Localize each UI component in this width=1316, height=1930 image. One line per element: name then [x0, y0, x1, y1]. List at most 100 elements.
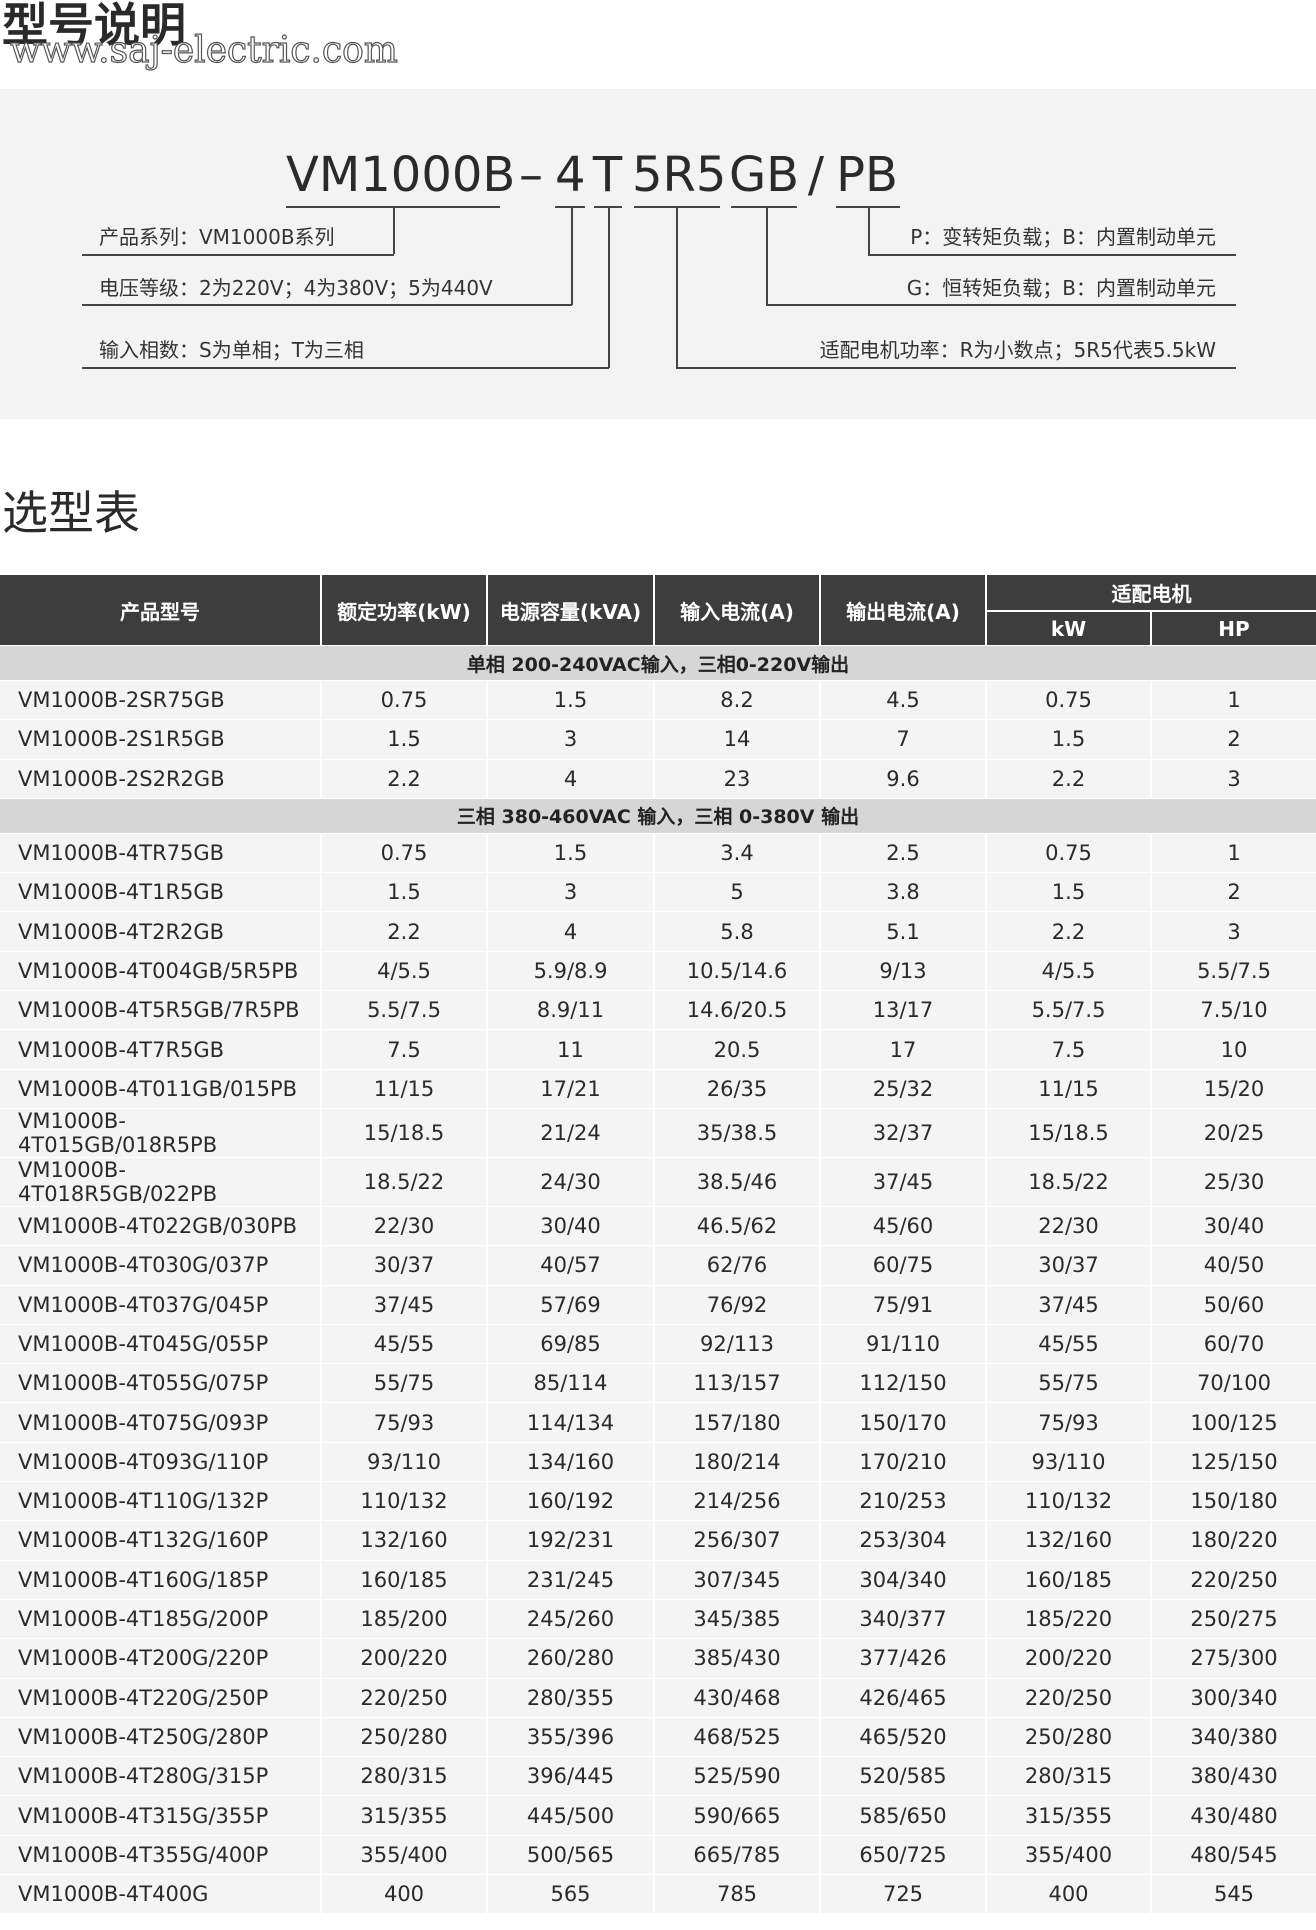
value-cell: 60/70 — [1150, 1323, 1316, 1364]
table-row: VM1000B-4T400G 400 565 785 725 400 545 — [0, 1874, 1316, 1914]
model-cell: VM1000B-4T093G/110P — [0, 1441, 321, 1482]
value-cell: 150/180 — [1150, 1481, 1316, 1521]
value-cell: 280/315 — [320, 1756, 487, 1796]
value-cell: 45/55 — [320, 1323, 487, 1364]
value-cell: 14 — [653, 719, 820, 760]
value-cell: 150/170 — [819, 1402, 986, 1443]
value-cell: 280/315 — [985, 1756, 1151, 1796]
table-row: VM1000B-4T250G/280P 250/280 355/396 468/525… — [0, 1716, 1316, 1757]
value-cell: 200/220 — [320, 1638, 487, 1679]
value-cell: 18.5/22 — [985, 1156, 1151, 1207]
label-phase: 输入相数：S为单相；T为三相 — [99, 338, 364, 362]
value-cell: 13/17 — [819, 990, 986, 1030]
value-cell: 132/160 — [985, 1520, 1151, 1561]
table-row: VM1000B-2S1R5GB 1.5 3 14 7 1.5 2 — [0, 719, 1316, 760]
value-cell: 2.2 — [320, 911, 487, 952]
value-cell: 280/355 — [486, 1677, 654, 1718]
underline-voltage — [555, 206, 585, 208]
value-cell: 25/30 — [1150, 1156, 1316, 1207]
table-row: VM1000B-4T7R5GB 7.5 11 20.5 17 7.5 10 — [0, 1029, 1316, 1070]
value-cell: 445/500 — [486, 1795, 654, 1836]
value-cell: 220/250 — [985, 1677, 1151, 1718]
value-cell: 180/220 — [1150, 1520, 1316, 1561]
group-title: 三相 380-460VAC 输入，三相 0-380V 输出 — [0, 797, 1316, 834]
value-cell: 110/132 — [985, 1481, 1151, 1521]
value-cell: 340/377 — [819, 1598, 986, 1639]
table-row: VM1000B-4T004GB/5R5PB 4/5.5 5.9/8.9 10.5/14… — [0, 950, 1316, 991]
value-cell: 430/468 — [653, 1677, 820, 1718]
table-row: VM1000B-4T037G/045P 37/45 57/69 76/92 75/91 3… — [0, 1284, 1316, 1325]
value-cell: 2.2 — [320, 758, 487, 799]
code-slash: / — [807, 147, 825, 203]
model-cell: VM1000B-4T037G/045P — [0, 1284, 321, 1325]
table-row: VM1000B-4T045G/055P 45/55 69/85 92/113 91/11… — [0, 1323, 1316, 1364]
value-cell: 245/260 — [486, 1598, 654, 1639]
connector-series — [393, 206, 395, 254]
value-cell: 45/55 — [985, 1323, 1151, 1364]
value-cell: 4.5 — [819, 679, 986, 720]
selection-table: 产品型号 额定功率(kW) 电源容量(kVA) 输入电流(A) 输出电流(A) … — [0, 575, 1316, 1914]
model-cell: VM1000B-4T030G/037P — [0, 1245, 321, 1286]
value-cell: 25/32 — [819, 1068, 986, 1109]
header-model: 产品型号 — [0, 575, 321, 646]
header-capacity: 电源容量(kVA) — [486, 575, 654, 646]
value-cell: 160/192 — [486, 1481, 654, 1521]
table-row: VM1000B-4T220G/250P 220/250 280/355 430/468… — [0, 1677, 1316, 1718]
value-cell: 55/75 — [320, 1363, 487, 1403]
value-cell: 37/45 — [320, 1284, 487, 1325]
table-row: VM1000B-4T055G/075P 55/75 85/114 113/157 112… — [0, 1363, 1316, 1403]
value-cell: 2.2 — [985, 911, 1151, 952]
value-cell: 45/60 — [819, 1205, 986, 1246]
connector-gb — [766, 206, 768, 305]
header-output-current: 输出电流(A) — [819, 575, 986, 646]
value-cell: 26/35 — [653, 1068, 820, 1109]
value-cell: 70/100 — [1150, 1363, 1316, 1403]
model-cell: VM1000B-4T355G/400P — [0, 1834, 321, 1875]
value-cell: 11 — [486, 1029, 654, 1070]
value-cell: 7.5/10 — [1150, 990, 1316, 1030]
model-cell: VM1000B-4T1R5GB — [0, 872, 321, 912]
table-row: VM1000B-4T355G/400P 355/400 500/565 665/785… — [0, 1834, 1316, 1875]
value-cell: 315/355 — [320, 1795, 487, 1836]
value-cell: 10 — [1150, 1029, 1316, 1070]
value-cell: 8.2 — [653, 679, 820, 720]
value-cell: 355/400 — [320, 1834, 487, 1875]
value-cell: 585/650 — [819, 1795, 986, 1836]
value-cell: 185/200 — [320, 1598, 487, 1639]
value-cell: 340/380 — [1150, 1716, 1316, 1757]
model-cell: VM1000B-4T250G/280P — [0, 1716, 321, 1757]
value-cell: 185/220 — [985, 1598, 1151, 1639]
value-cell: 15/18.5 — [320, 1107, 487, 1158]
table-row: VM1000B-4T200G/220P 200/220 260/280 385/430… — [0, 1638, 1316, 1679]
value-cell: 426/465 — [819, 1677, 986, 1718]
value-cell: 1.5 — [486, 679, 654, 720]
table-row: VM1000B-4T132G/160P 132/160 192/231 256/307… — [0, 1520, 1316, 1561]
value-cell: 69/85 — [486, 1323, 654, 1364]
table-row: VM1000B-4T185G/200P 185/200 245/260 345/385… — [0, 1598, 1316, 1639]
group-row: 单相 200-240VAC输入，三相0-220V输出 — [0, 645, 1316, 681]
value-cell: 1.5 — [985, 872, 1151, 912]
model-cell: VM1000B-4T011GB/015PB — [0, 1068, 321, 1109]
value-cell: 480/545 — [1150, 1834, 1316, 1875]
table-row: VM1000B-4T280G/315P 280/315 396/445 525/590… — [0, 1756, 1316, 1796]
value-cell: 75/93 — [985, 1402, 1151, 1443]
model-cell: VM1000B-4T220G/250P — [0, 1677, 321, 1718]
value-cell: 785 — [653, 1874, 820, 1914]
value-cell: 112/150 — [819, 1363, 986, 1403]
model-cell: VM1000B-4T004GB/5R5PB — [0, 950, 321, 991]
value-cell: 468/525 — [653, 1716, 820, 1757]
value-cell: 725 — [819, 1874, 986, 1914]
value-cell: 38.5/46 — [653, 1156, 820, 1207]
value-cell: 345/385 — [653, 1598, 820, 1639]
value-cell: 5.5/7.5 — [1150, 950, 1316, 991]
value-cell: 85/114 — [486, 1363, 654, 1403]
value-cell: 35/38.5 — [653, 1107, 820, 1158]
value-cell: 15/20 — [1150, 1068, 1316, 1109]
table-row: VM1000B-4T093G/110P 93/110 134/160 180/214 1… — [0, 1441, 1316, 1482]
header-motor-kw: kW — [985, 611, 1151, 646]
model-explanation-panel: VM1000B – 4 T 5R5 GB / PB 产品系列：VM1000B系列… — [0, 89, 1316, 419]
value-cell: 665/785 — [653, 1834, 820, 1875]
header-motor-hp: HP — [1150, 611, 1316, 646]
value-cell: 50/60 — [1150, 1284, 1316, 1325]
watermark: www.saj-electric.com — [9, 29, 398, 71]
